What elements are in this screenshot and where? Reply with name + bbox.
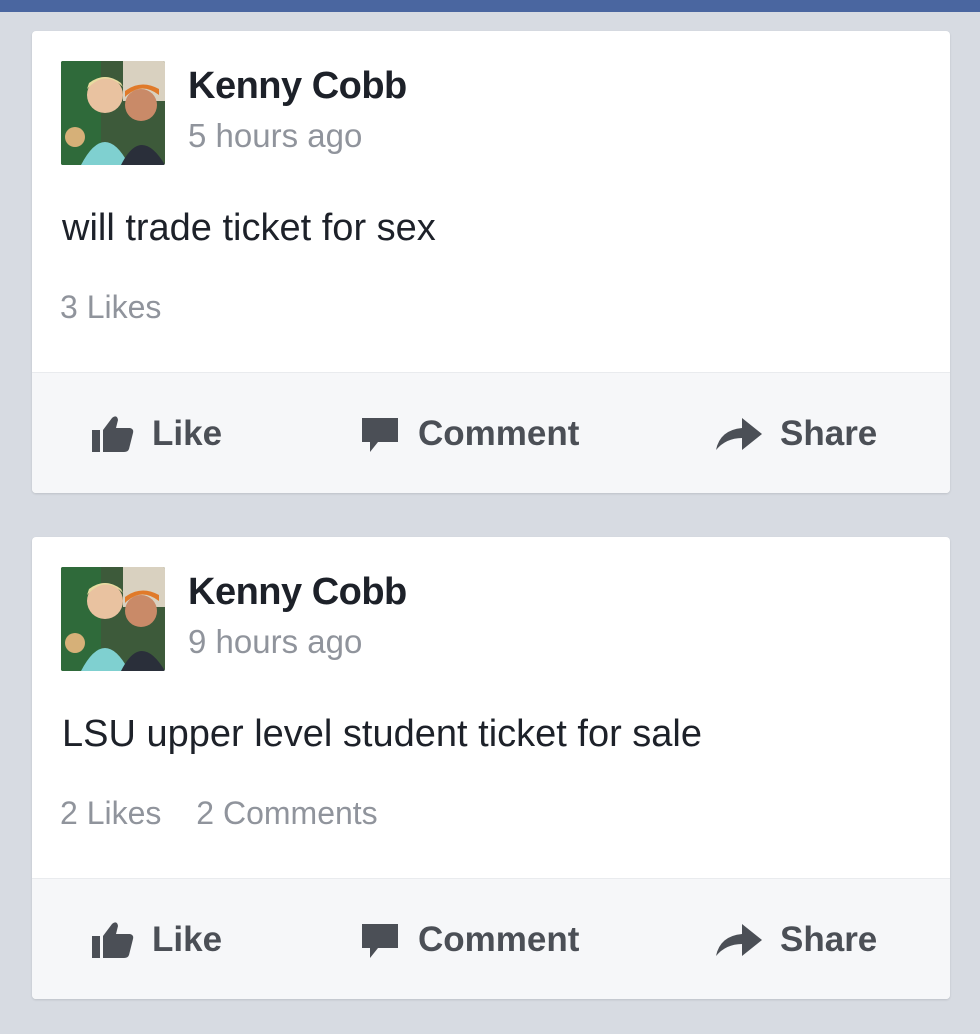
post-stats: 2 Likes 2 Comments	[60, 795, 378, 832]
avatar[interactable]	[61, 61, 165, 165]
share-arrow-icon	[716, 416, 762, 452]
author-name[interactable]: Kenny Cobb	[188, 571, 407, 614]
thumbs-up-icon	[92, 414, 134, 454]
post-action-bar: Like Comment Share	[32, 372, 950, 493]
share-arrow-icon	[716, 922, 762, 958]
share-label: Share	[780, 413, 878, 453]
post-text: LSU upper level student ticket for sale	[62, 713, 703, 755]
feed-post: Kenny Cobb 9 hours ago LSU upper level s…	[32, 537, 950, 999]
like-button[interactable]: Like	[92, 879, 222, 999]
comment-button[interactable]: Comment	[360, 879, 579, 999]
like-button[interactable]: Like	[92, 373, 222, 493]
comment-label: Comment	[418, 919, 580, 959]
like-label: Like	[152, 919, 223, 959]
comment-label: Comment	[418, 413, 580, 453]
likes-count[interactable]: 2 Likes	[60, 795, 161, 831]
thumbs-up-icon	[92, 920, 134, 960]
avatar[interactable]	[61, 567, 165, 671]
comment-button[interactable]: Comment	[360, 373, 579, 493]
post-timestamp[interactable]: 9 hours ago	[188, 623, 362, 661]
share-button[interactable]: Share	[716, 879, 877, 999]
likes-count[interactable]: 3 Likes	[60, 289, 161, 325]
feed-post: Kenny Cobb 5 hours ago will trade ticket…	[32, 31, 950, 493]
author-name[interactable]: Kenny Cobb	[188, 65, 407, 108]
comment-bubble-icon	[360, 920, 400, 960]
post-text: will trade ticket for sex	[62, 207, 436, 249]
post-stats: 3 Likes	[60, 289, 161, 326]
top-nav-bar	[0, 0, 980, 12]
comments-count[interactable]: 2 Comments	[196, 795, 377, 831]
post-timestamp[interactable]: 5 hours ago	[188, 117, 362, 155]
share-label: Share	[780, 919, 878, 959]
like-label: Like	[152, 413, 223, 453]
post-action-bar: Like Comment Share	[32, 878, 950, 999]
share-button[interactable]: Share	[716, 373, 877, 493]
comment-bubble-icon	[360, 414, 400, 454]
